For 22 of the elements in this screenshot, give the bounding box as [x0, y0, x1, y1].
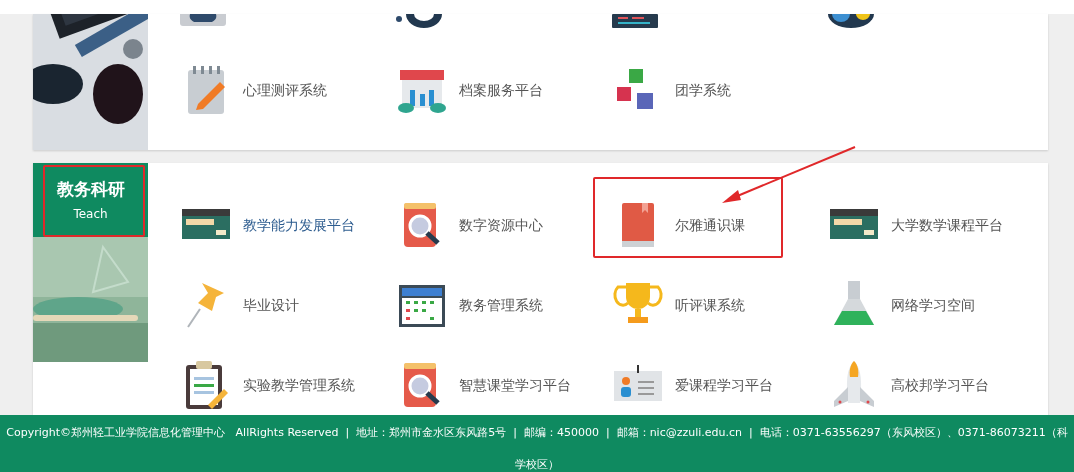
system-link[interactable]: 教务管理系统	[459, 294, 543, 316]
system-link[interactable]: 网络学习空间	[891, 294, 975, 316]
section-subtitle: Teach	[73, 206, 108, 223]
system-link[interactable]: 团学系统	[675, 79, 731, 101]
system-link[interactable]: 数字资源中心	[459, 214, 543, 236]
screen-icon	[612, 14, 658, 28]
system-link[interactable]: 档案服务平台	[459, 79, 543, 101]
system-link[interactable]: 高校邦学习平台	[891, 374, 989, 396]
system-link[interactable]: 毕业设计	[243, 294, 299, 316]
system-link[interactable]: 教学能力发展平台	[243, 214, 355, 236]
system-link[interactable]: 听评课系统	[675, 294, 745, 316]
footer-text: Copyright©郑州轻工业学院信息化管理中心 AllRights Reserved | 地址：郑州市金水区东风路5号 | 邮编：450000 | 邮箱：nic@zzuli.edu.cn | 电话：0371-63556297（东风校区）、0371-86073211（科学校区）	[5, 425, 1069, 472]
gears-icon	[828, 14, 874, 28]
system-link[interactable]: 爱课程学习平台	[675, 374, 773, 396]
device-icon	[180, 14, 226, 28]
system-link[interactable]: 心理测评系统	[243, 79, 327, 101]
section-title: 教务科研	[56, 178, 125, 201]
system-link[interactable]: 大学数学课程平台	[891, 214, 1003, 236]
system-link[interactable]: 实验教学管理系统	[243, 374, 355, 396]
system-link[interactable]: 尔雅通识课	[675, 214, 745, 236]
headset-icon	[396, 14, 442, 28]
system-link[interactable]: 智慧课堂学习平台	[459, 374, 571, 396]
